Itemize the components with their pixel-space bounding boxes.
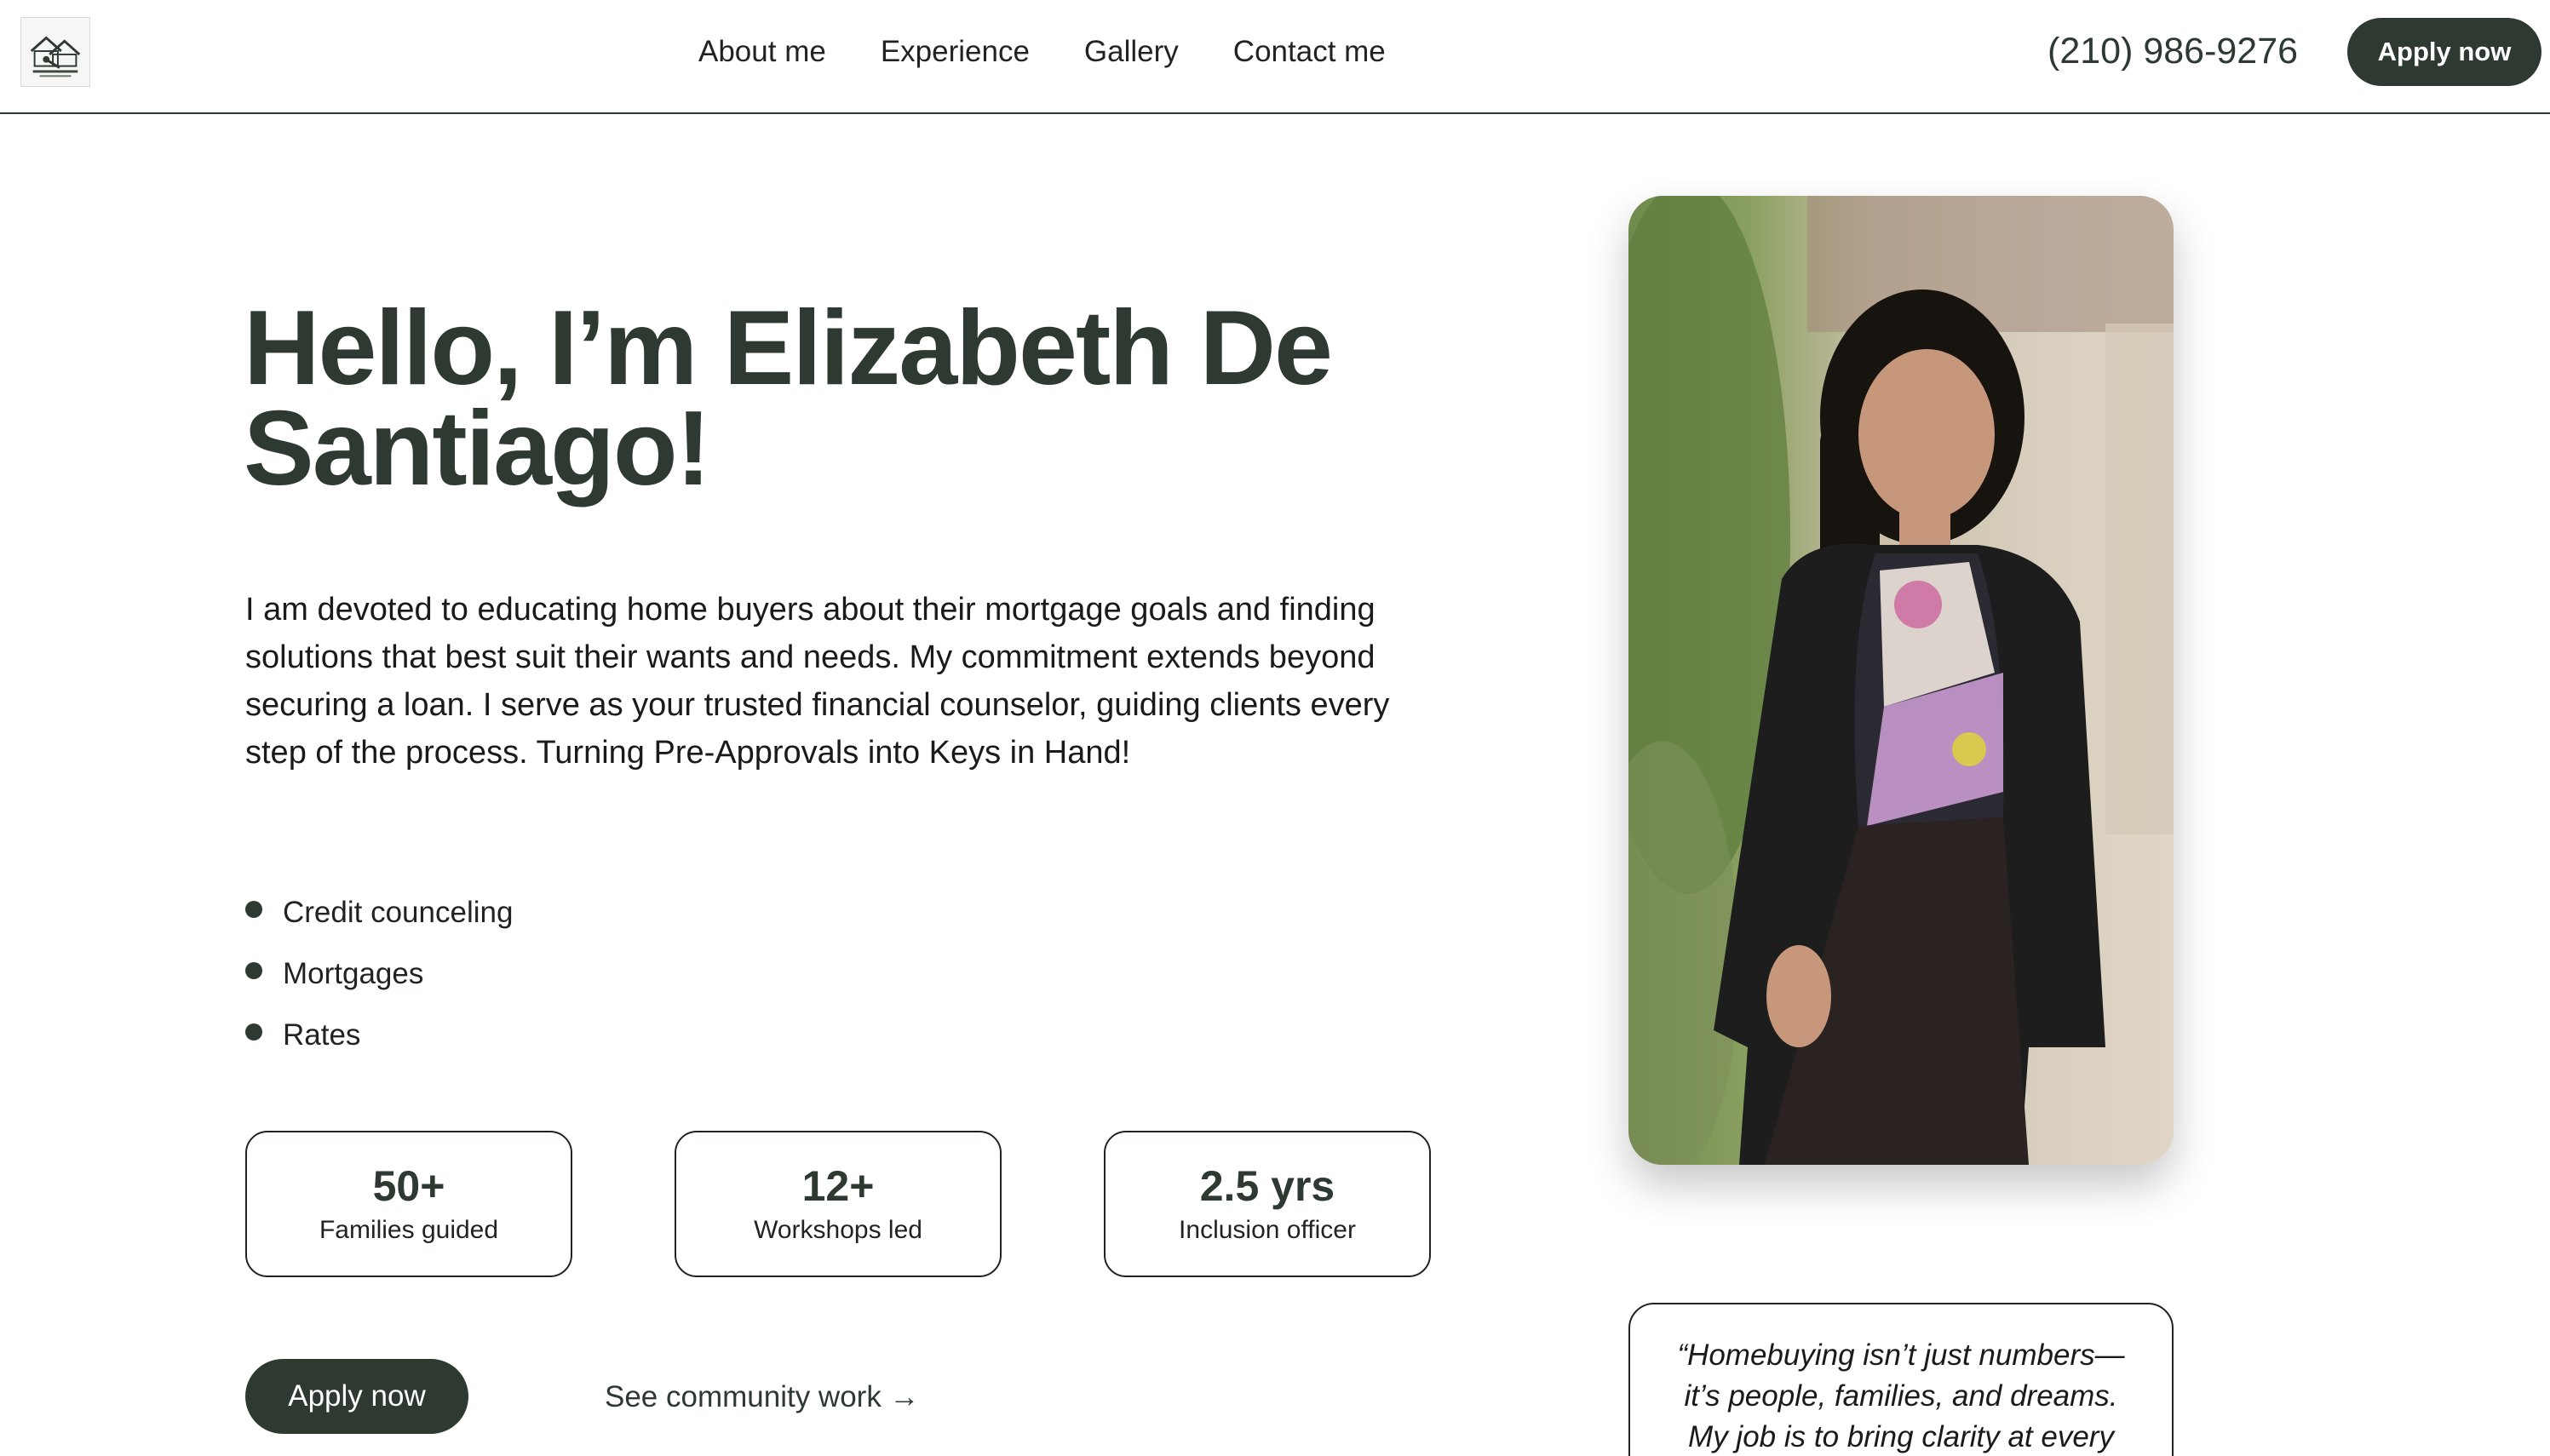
stat-card-inclusion: 2.5 yrs Inclusion officer [1104, 1131, 1431, 1277]
intro-paragraph: I am devoted to educating home buyers ab… [245, 592, 1390, 771]
list-item: Credit counceling [245, 882, 513, 943]
nav-link-contact-me[interactable]: Contact me [1233, 32, 1386, 72]
stat-card-families: 50+ Families guided [245, 1131, 572, 1277]
house-key-logo-icon[interactable] [20, 17, 90, 87]
stat-value: 2.5 yrs [1199, 1162, 1335, 1210]
profile-photo [1628, 196, 2174, 1165]
stat-value: 50+ [372, 1162, 445, 1210]
quote-text: “Homebuying isn’t just numbers—it’s peop… [1677, 1338, 2125, 1453]
stats-row: 50+ Families guided 12+ Workshops led 2.… [245, 1131, 1431, 1277]
stat-card-workshops: 12+ Workshops led [675, 1131, 1002, 1277]
stat-label: Inclusion officer [1179, 1216, 1356, 1244]
apply-now-button[interactable]: Apply now [245, 1359, 468, 1434]
testimonial-quote-card: “Homebuying isn’t just numbers—it’s peop… [1628, 1303, 2174, 1456]
list-item: Rates [245, 1005, 513, 1066]
list-item: Mortgages [245, 943, 513, 1005]
top-navbar: About me Experience Gallery Contact me (… [0, 0, 2550, 114]
services-list: Credit counceling Mortgages Rates [245, 882, 513, 1066]
phone-number[interactable]: (210) 986-9276 [2047, 27, 2298, 75]
page-title: Hello, I’m Elizabeth De Santiago! [244, 289, 1333, 507]
stat-value: 12+ [801, 1162, 875, 1210]
apply-now-nav-button[interactable]: Apply now [2347, 18, 2541, 86]
nav-link-gallery[interactable]: Gallery [1084, 32, 1179, 72]
stat-label: Families guided [319, 1216, 499, 1244]
main-menu: About me Experience Gallery Contact me [698, 32, 1386, 72]
nav-link-about-me[interactable]: About me [698, 32, 826, 72]
see-community-work-link[interactable]: See community work → [605, 1378, 920, 1417]
nav-link-experience[interactable]: Experience [881, 32, 1030, 72]
stat-label: Workshops led [754, 1216, 922, 1244]
